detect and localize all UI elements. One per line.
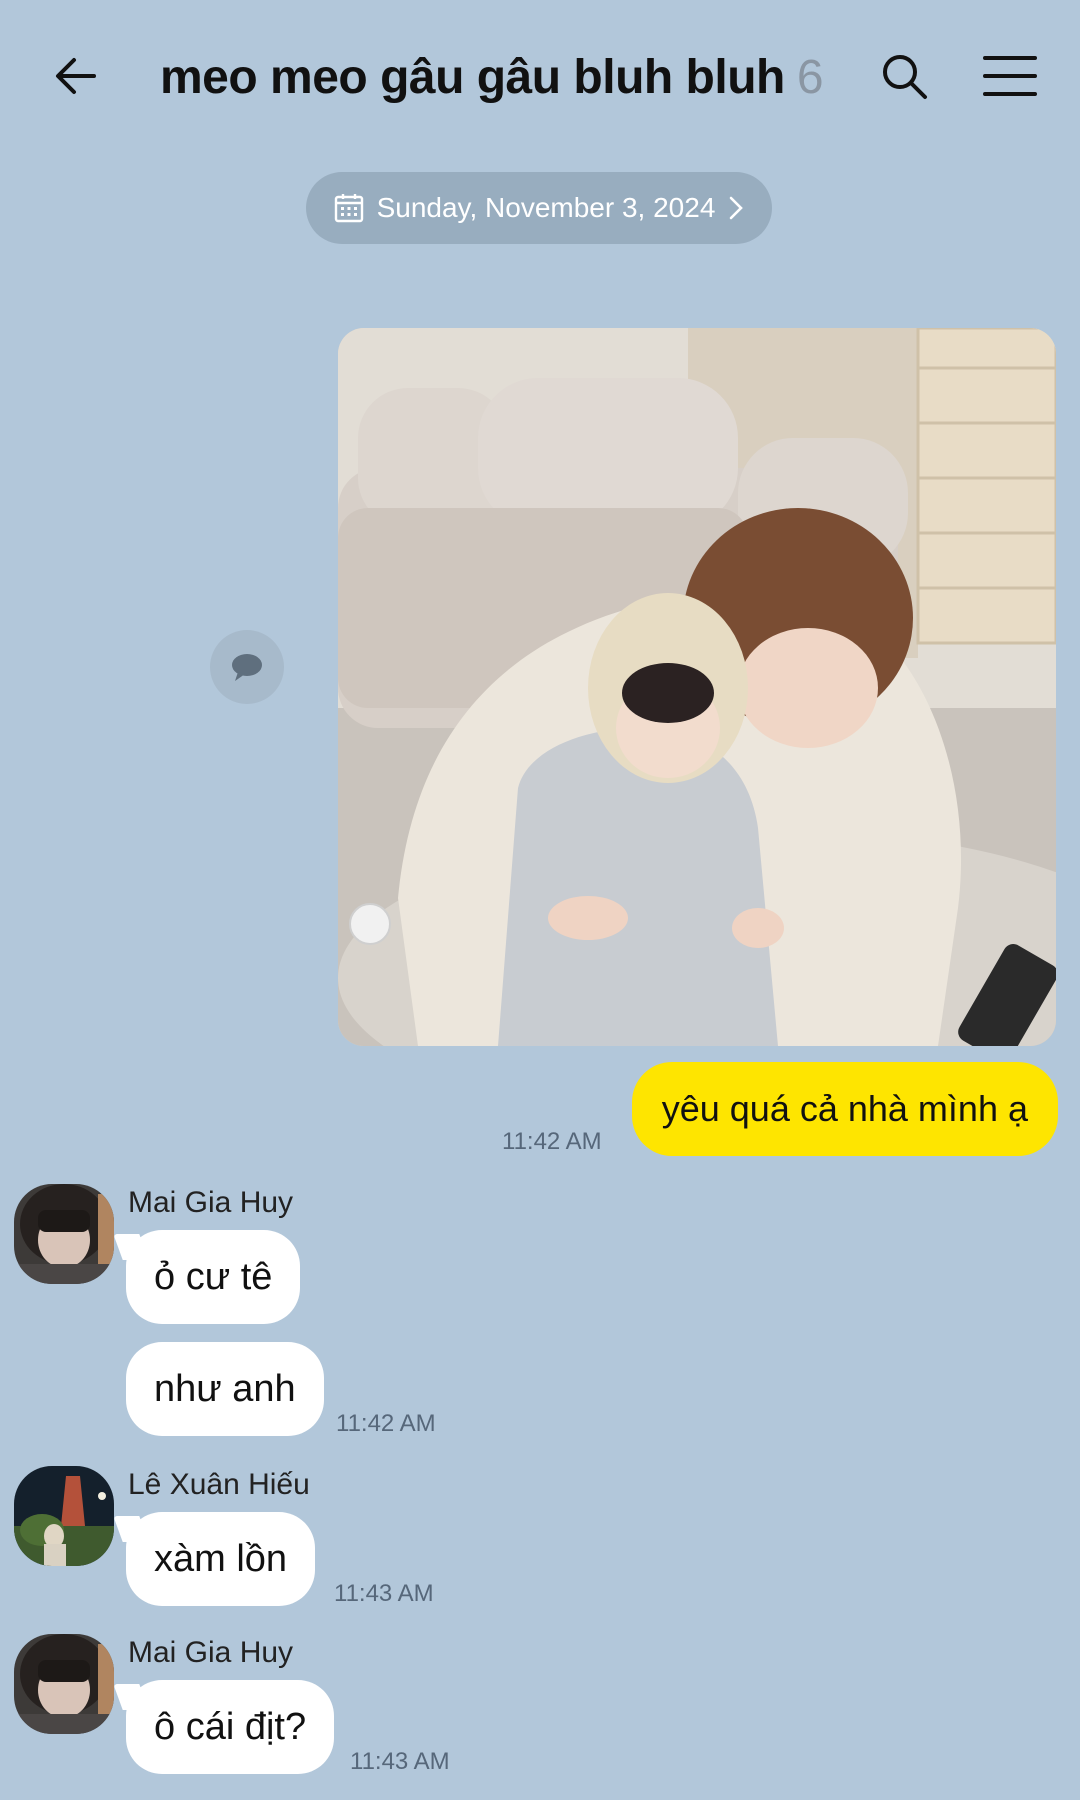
message-time: 11:42 AM: [336, 1410, 436, 1437]
avatar-le-xuan-hieu[interactable]: [14, 1466, 114, 1566]
back-arrow-icon: [56, 58, 96, 94]
avatar-image: [14, 1184, 114, 1284]
avatar-mai-gia-huy[interactable]: [14, 1634, 114, 1734]
their-message-bubble[interactable]: ỏ cư tê: [126, 1230, 301, 1324]
search-icon: [883, 55, 927, 99]
their-message-bubble[interactable]: như anh: [126, 1342, 324, 1436]
message-time: 11:43 AM: [334, 1580, 434, 1607]
sender-name: Mai Gia Huy: [128, 1186, 294, 1219]
message-text: ỏ cư tê: [154, 1255, 273, 1298]
avatar-mai-gia-huy[interactable]: [14, 1184, 114, 1284]
chat-screen: meo meo gâu gâu bluh bluh 6 Sunday, Nove…: [0, 0, 1080, 1800]
chevron-right-icon: [730, 196, 744, 220]
calendar-icon: [334, 194, 363, 223]
message-text: yêu quá cả nhà mình ạ: [661, 1088, 1028, 1129]
back-button[interactable]: [44, 44, 108, 108]
message-text: như anh: [154, 1367, 296, 1410]
chat-header: meo meo gâu gâu bluh bluh 6: [0, 0, 1080, 150]
date-label: Sunday, November 3, 2024: [376, 192, 716, 223]
hamburger-menu-icon: [983, 56, 1037, 96]
avatar-image: [14, 1634, 114, 1734]
their-message-bubble[interactable]: xàm lồn: [126, 1512, 316, 1606]
avatar-image: [14, 1466, 114, 1566]
speech-bubble-icon: [232, 654, 262, 681]
search-button[interactable]: [872, 44, 936, 108]
my-message-bubble[interactable]: yêu quá cả nhà mình ạ: [631, 1062, 1058, 1156]
photo-reply-button[interactable]: [210, 630, 284, 704]
message-text: ô cái địt?: [154, 1705, 307, 1748]
date-divider[interactable]: Sunday, November 3, 2024: [306, 172, 772, 244]
photo-image: [338, 328, 1056, 1046]
chat-name: meo meo gâu gâu bluh bluh: [160, 50, 785, 104]
photo-message[interactable]: [338, 328, 1056, 1046]
sender-name: Lê Xuân Hiếu: [128, 1468, 310, 1501]
message-text: xàm lồn: [154, 1537, 288, 1580]
sender-name: Mai Gia Huy: [128, 1636, 294, 1669]
member-count: 6: [796, 50, 824, 104]
message-time: 11:42 AM: [502, 1128, 602, 1155]
their-message-bubble[interactable]: ô cái địt?: [126, 1680, 335, 1774]
message-time: 11:43 AM: [350, 1748, 450, 1775]
menu-button[interactable]: [978, 44, 1042, 108]
chat-title[interactable]: meo meo gâu gâu bluh bluh 6: [160, 42, 824, 112]
